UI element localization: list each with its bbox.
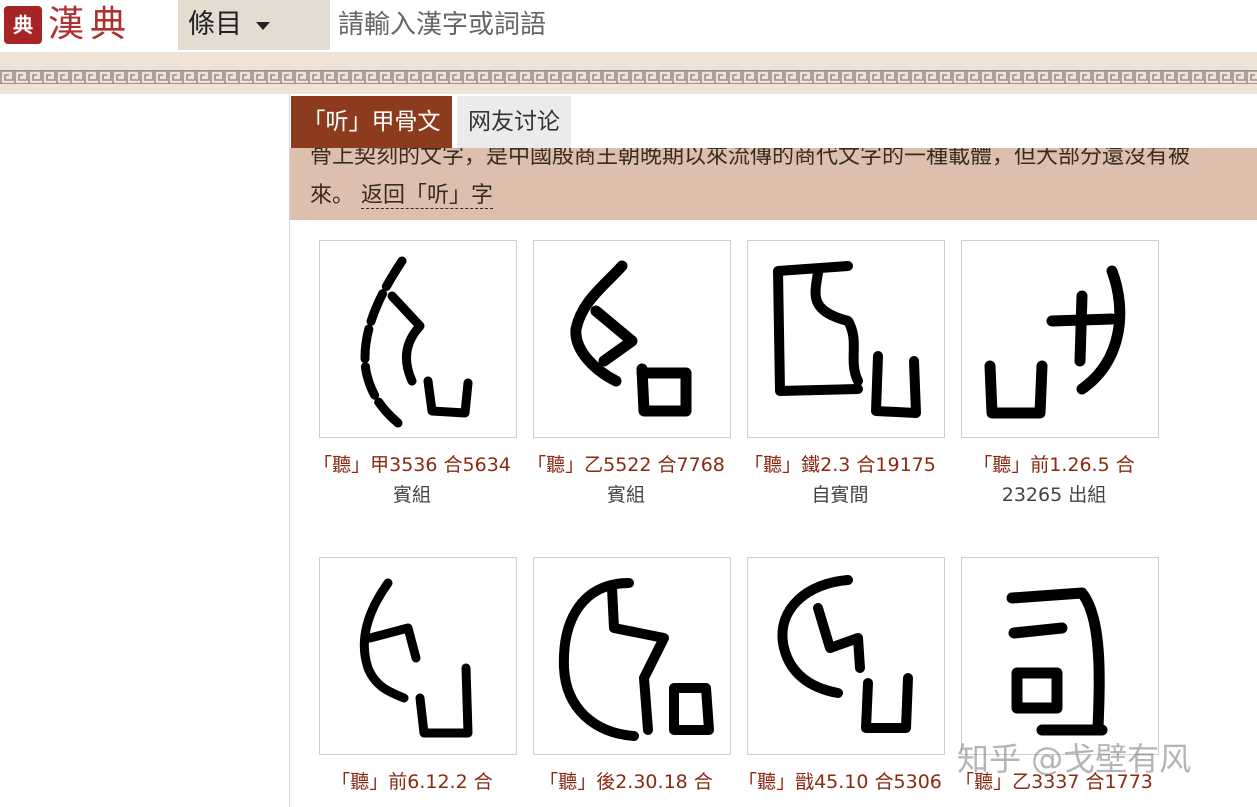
oracle-glyph-icon [360,256,473,428]
glyph-group: 23265 出組 [1001,484,1107,506]
glyph-image[interactable] [747,240,945,438]
glyph-caption: 「聽」鐵2.3 合19175 自賓間 [718,450,962,510]
watermark: 知乎 @戈壁有风 [957,740,1192,778]
top-bar: 典 漢典 條目 [0,0,1257,52]
glyph-image[interactable] [747,557,945,755]
caret-down-icon [256,22,270,30]
description-prefix: 來。 [310,183,355,208]
oracle-glyph-icon [1006,587,1108,736]
glyph-source[interactable]: 「聽」前1.26.5 合 [932,450,1176,480]
description-line: 骨上契刻的文字，是中國殷商王朝晚期以來流傳的商代文字的一種載體，但大部分還沒有被 [310,148,1191,169]
glyph-image[interactable] [533,240,731,438]
glyph-image[interactable] [319,557,517,755]
glyph-caption: 「聽」乙5522 合7768 賓組 [504,450,748,510]
decorative-border [0,52,1257,94]
glyph-caption: 「聽」後2.30.18 合 [504,767,748,797]
oracle-glyph-icon [360,578,473,738]
glyph-source[interactable]: 「聽」後2.30.18 合 [504,767,748,797]
glyph-group: 賓組 [606,484,645,506]
glyph-image[interactable] [533,557,731,755]
glyph-grid: 「聽」甲3536 合5634 賓組 「聽」乙5522 合7768 賓組 「聽」鐵… [290,220,1257,807]
glyph-caption: 「聽」戩45.10 合5306 [718,767,962,797]
oracle-glyph-icon [558,578,714,741]
glyph-image[interactable] [961,557,1159,755]
tab-oracle-bone[interactable]: 「听」甲骨文 [291,96,452,148]
description-banner: 骨上契刻的文字，是中國殷商王朝晚期以來流傳的商代文字的一種載體，但大部分還沒有被… [290,148,1257,220]
search-type-dropdown[interactable]: 條目 [178,0,330,50]
glyph-image[interactable] [961,240,1159,438]
glyph-caption: 「聽」甲3536 合5634 賓組 [290,450,534,510]
glyph-source[interactable]: 「聽」甲3536 合5634 [290,450,534,480]
glyph-source[interactable]: 「聽」前6.12.2 合 [290,767,534,797]
back-link[interactable]: 返回「听」字 [361,183,494,209]
glyph-source[interactable]: 「聽」乙5522 合7768 [504,450,748,480]
oracle-glyph-icon [777,575,913,733]
glyph-source[interactable]: 「聽」鐵2.3 合19175 [718,450,962,480]
tab-discussion[interactable]: 网友讨论 [457,96,571,148]
glyph-caption: 「聽」前1.26.5 合 23265 出組 [932,450,1176,510]
glyph-group: 賓組 [392,484,431,506]
oracle-glyph-icon [984,265,1126,419]
left-pane [0,94,290,807]
glyph-source[interactable]: 「聽」戩45.10 合5306 [718,767,962,797]
glyph-caption: 「聽」前6.12.2 合 [290,767,534,797]
seal-icon: 典 [4,6,42,44]
brand-text: 漢典 [48,4,133,45]
description-line-2: 來。 返回「听」字 [310,177,494,209]
dropdown-label: 條目 [188,9,242,40]
glyph-group: 自賓間 [811,484,869,506]
search-input[interactable] [330,0,1257,50]
oracle-glyph-icon [570,260,692,417]
oracle-glyph-icon [773,261,921,418]
glyph-image[interactable] [319,240,517,438]
meander-pattern-icon [0,70,1257,84]
site-logo[interactable]: 典 漢典 [0,0,170,52]
